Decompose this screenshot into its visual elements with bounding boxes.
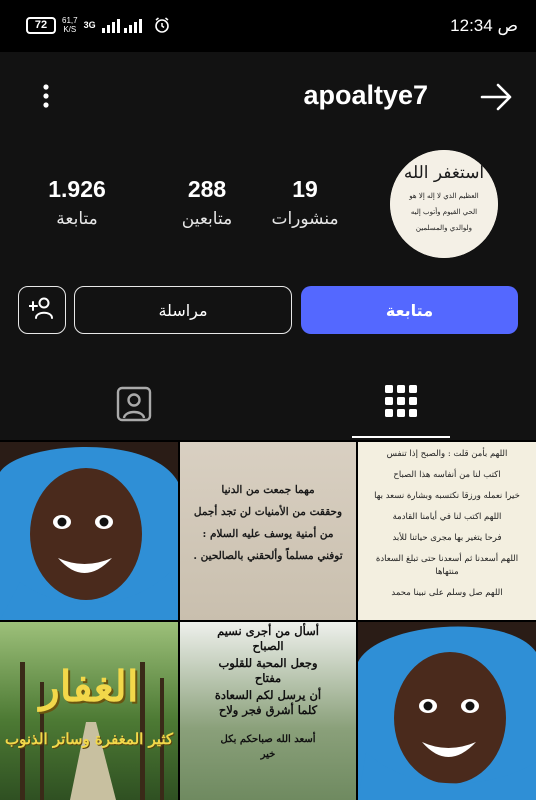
post-calligraphy-subtitle: كثير المغفرة وساتر الذنوب	[5, 730, 173, 748]
grid-icon	[384, 384, 418, 422]
add-person-icon	[28, 296, 55, 324]
post-calligraphy-title: الغفار	[39, 662, 139, 711]
post-line: أسأل من أجرى نسيم	[217, 624, 319, 638]
net-speed-value: 61,7	[62, 16, 78, 25]
signal-icon	[101, 17, 148, 33]
post-line: اللهم صل وسلم على نبينا محمد	[391, 588, 503, 598]
post-line: فرحا يتغير بها مجرى حياتنا للأبد	[392, 533, 502, 543]
child-photo	[0, 442, 178, 620]
post-line: الصباح	[252, 639, 284, 653]
avatar-line1: العظيم الذي لا إله إلا هو	[408, 192, 478, 200]
post-line: كلما أشرق فجر ولاح	[218, 703, 318, 717]
post-thumbnail[interactable]	[358, 622, 536, 800]
post-thumbnail[interactable]: الغفار كثير المغفرة وساتر الذنوب	[0, 622, 178, 800]
post-line: توفني مسلماً وألحقني بالصالحين .	[193, 550, 343, 562]
avatar-line2: الحي القيوم وأتوب إليه	[411, 206, 477, 216]
post-text: اللهم بأمن قلت : والصبح إذا تنفس اكتب لن…	[364, 448, 530, 608]
post-line: مهما جمعت من الدنيا	[221, 484, 315, 496]
post-line: وحققت من الأمنيات لن تجد أجمل	[193, 506, 343, 518]
posts-grid: اللهم بأمن قلت : والصبح إذا تنفس اكتب لن…	[0, 442, 536, 800]
post-thumbnail[interactable]	[0, 442, 178, 620]
back-arrow-icon[interactable]	[478, 80, 514, 114]
following-count: 1.926	[48, 176, 106, 202]
status-bar: 72 61,7 K/S 3G 12:34 ص	[0, 0, 536, 52]
post-line: مفتاح	[254, 671, 282, 685]
stat-following[interactable]: 1.926 متابعة	[17, 176, 137, 229]
tab-posts-grid[interactable]	[352, 372, 450, 438]
follow-button[interactable]: متابعة	[301, 286, 518, 334]
tab-tagged[interactable]	[114, 386, 154, 422]
post-line: اللهم بأمن قلت : والصبح إذا تنفس	[386, 449, 508, 459]
post-line: اللهم اكتب لنا في أيامنا القادمة	[392, 512, 502, 522]
post-line: اكتب لنا من أنفاسه هذا الصباح	[393, 470, 501, 480]
post-line: خير	[260, 749, 276, 760]
network-speed: 61,7 K/S	[62, 16, 78, 34]
battery-icon: 72	[26, 16, 56, 34]
avatar-title: استغفر الله	[404, 163, 484, 183]
suggested-users-button[interactable]	[18, 286, 66, 334]
post-line: من أمنية يوسف عليه السلام :	[202, 528, 334, 540]
post-thumbnail[interactable]: اللهم بأمن قلت : والصبح إذا تنفس اكتب لن…	[358, 442, 536, 620]
profile-username: apoaltye7	[303, 80, 428, 110]
tagged-person-icon	[114, 386, 154, 426]
network-type: 3G	[83, 20, 96, 30]
active-tab-indicator	[352, 436, 450, 438]
post-line: أسعد الله صباحكم بكل	[220, 734, 316, 745]
followers-label: متابعين	[181, 209, 233, 229]
clock: 12:34 ص	[450, 16, 518, 35]
child-photo	[358, 622, 536, 800]
message-button[interactable]: مراسلة	[74, 286, 292, 334]
avatar[interactable]: استغفر الله العظيم الذي لا إله إلا هو ال…	[390, 150, 498, 258]
post-line: خيرا نعمله ورزقا نكتسبه وبشارة نسعد بها	[374, 491, 520, 501]
more-options-icon[interactable]	[36, 82, 56, 112]
stat-followers[interactable]: 288 متابعين	[147, 176, 267, 229]
post-line: وجعل المحبة للقلوب	[218, 656, 318, 670]
post-line: أن يرسل لكم السعادة	[214, 688, 322, 702]
post-thumbnail[interactable]: أسأل من أجرى نسيم الصباح وجعل المحبة للق…	[180, 622, 356, 800]
post-text: أسأل من أجرى نسيم الصباح وجعل المحبة للق…	[186, 624, 350, 768]
post-thumbnail[interactable]: مهما جمعت من الدنيا وحققت من الأمنيات لن…	[180, 442, 356, 620]
net-speed-unit: K/S	[63, 25, 77, 34]
avatar-line3: ولوالدي والمسلمين	[416, 224, 472, 232]
forest-path-photo	[20, 662, 164, 800]
following-label: متابعة	[56, 209, 98, 229]
alarm-icon	[154, 17, 170, 33]
post-line: اللهم أسعدنا ثم أسعدنا حتى تبلغ السعادة …	[375, 554, 519, 577]
status-icons: 72 61,7 K/S 3G	[26, 16, 170, 34]
followers-count: 288	[187, 176, 227, 202]
profile-tabs	[0, 352, 536, 440]
post-text: مهما جمعت من الدنيا وحققت من الأمنيات لن…	[186, 482, 350, 570]
